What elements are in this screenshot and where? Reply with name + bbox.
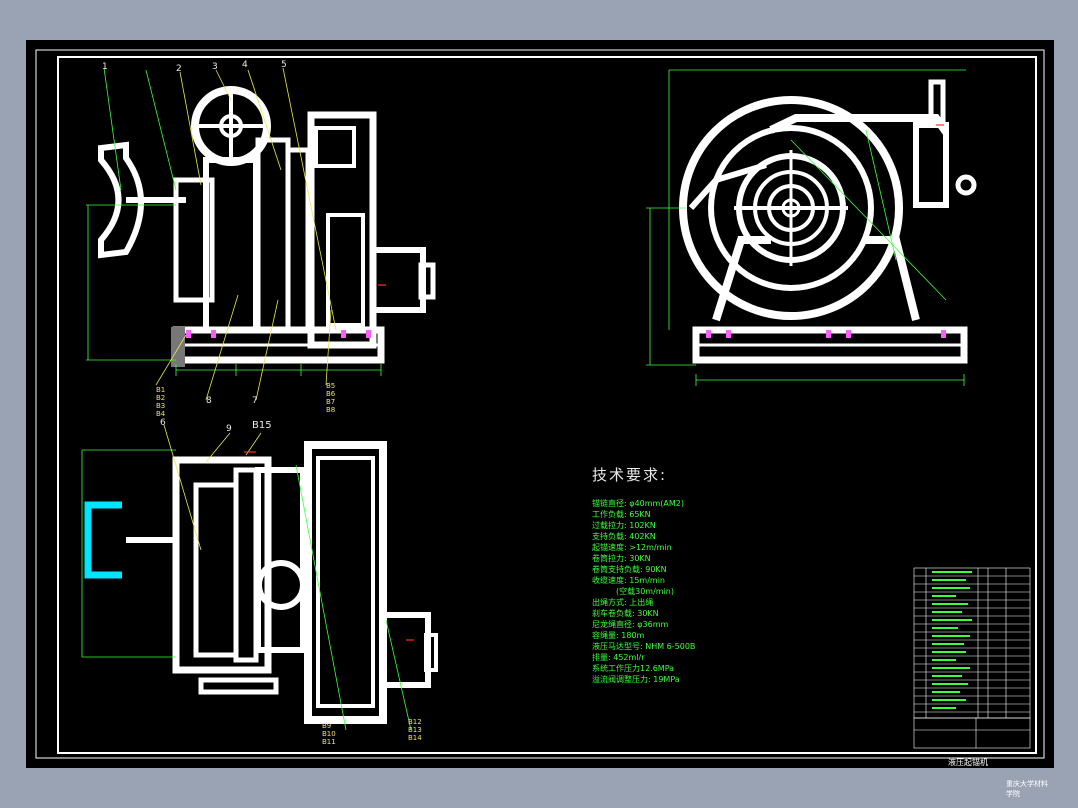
title-block bbox=[913, 717, 1031, 749]
callout-b12: B12 bbox=[408, 718, 422, 726]
tech-requirement-item: 出绳方式: 上出绳 bbox=[592, 598, 654, 607]
side-view bbox=[679, 79, 977, 364]
callout-3: 3 bbox=[212, 62, 218, 72]
tech-requirement-item: 尼龙绳直径: φ36mm bbox=[592, 620, 669, 629]
tech-requirement-item: 卷筒拉力: 30KN bbox=[592, 554, 651, 563]
callout-2: 2 bbox=[176, 64, 182, 74]
callout-6: 6 bbox=[160, 418, 166, 428]
top-view bbox=[126, 441, 438, 724]
callout-b13: B13 bbox=[408, 726, 422, 734]
callout-b3: B3 bbox=[156, 402, 166, 410]
callout-b11: B11 bbox=[322, 738, 336, 746]
tech-requirement-item: 起锚速度: >12m/min bbox=[592, 543, 672, 552]
callout-b2: B2 bbox=[156, 394, 166, 402]
callout-4: 4 bbox=[242, 60, 248, 70]
tech-requirement-item: 系统工作压力12.6MPa bbox=[592, 664, 675, 673]
callout-b7: B7 bbox=[326, 398, 336, 406]
tech-requirement-item: 溢流阀调整压力: 19MPa bbox=[592, 675, 680, 684]
callout-group-right: B5 B6 B7 B8 bbox=[326, 382, 335, 414]
drawing-sheet: 1 2 3 4 5 8 7 6 9 B15 B1 B2 B3 B4 B5 B6 … bbox=[26, 40, 1054, 798]
tech-requirement-item: 液压马达型号: NHM 6-500B bbox=[592, 642, 696, 651]
tech-requirement-item: 刹车卷负载: 30KN bbox=[592, 609, 659, 618]
title-block-school: 重庆大学材料学院 bbox=[1006, 780, 1048, 798]
callout-1: 1 bbox=[102, 62, 108, 72]
tech-requirement-item: (空载30m/min) bbox=[592, 587, 674, 596]
tech-requirement-item: 工作负载: 65KN bbox=[592, 510, 651, 519]
callout-b1: B1 bbox=[156, 386, 166, 394]
callout-9: 9 bbox=[226, 424, 232, 434]
outer-border bbox=[35, 49, 1045, 759]
front-view bbox=[98, 86, 436, 367]
callout-group-bottom-mid: B9 B10 B11 bbox=[322, 722, 336, 746]
callout-8: 8 bbox=[206, 396, 212, 406]
callout-b6: B6 bbox=[326, 390, 336, 398]
callout-b4: B4 bbox=[156, 410, 166, 418]
callout-7: 7 bbox=[252, 396, 258, 406]
callout-b9: B9 bbox=[322, 722, 332, 730]
title-block-name: 液压起锚机 bbox=[948, 758, 988, 767]
top-view-dims bbox=[81, 449, 412, 731]
callout-b14: B14 bbox=[408, 734, 422, 742]
tech-requirement-item: 锚链直径: φ40mm(AM2) bbox=[592, 499, 684, 508]
tech-requirement-item: 收缆速度: 15m/min bbox=[592, 576, 665, 585]
tech-requirement-item: 支持负载: 402KN bbox=[592, 532, 656, 541]
tech-requirement-item: 排量: 452ml/r bbox=[592, 653, 645, 662]
tech-requirements-list: 锚链直径: φ40mm(AM2) 工作负载: 65KN 过载拉力: 102KN 支持负… bbox=[592, 498, 695, 685]
callout-b5: B5 bbox=[326, 382, 336, 390]
callout-group-bottom-right: B12 B13 B14 bbox=[408, 718, 422, 742]
cad-drawing bbox=[35, 49, 1045, 759]
callout-b8: B8 bbox=[326, 406, 336, 414]
callout-5: 5 bbox=[281, 60, 287, 70]
callout-b15: B15 bbox=[252, 420, 272, 431]
callout-group-left: B1 B2 B3 B4 bbox=[156, 386, 165, 418]
highlighted-warping-head bbox=[84, 501, 122, 579]
tech-requirement-item: 容绳量: 180m bbox=[592, 631, 645, 640]
tech-requirement-item: 卷筒支持负载: 90KN bbox=[592, 565, 667, 574]
tech-requirement-item: 过载拉力: 102KN bbox=[592, 521, 656, 530]
parts-list bbox=[913, 567, 1031, 719]
callout-b10: B10 bbox=[322, 730, 336, 738]
tech-requirements-title: 技术要求: bbox=[592, 466, 668, 484]
